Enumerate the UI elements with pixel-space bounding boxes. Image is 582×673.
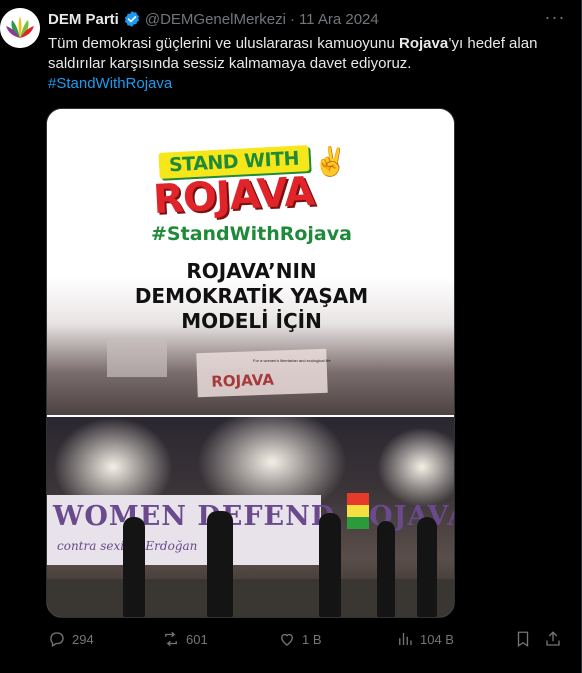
logo-main-text: ROJAVA	[151, 168, 316, 224]
protester	[207, 511, 233, 617]
tweet-header: DEM Parti @DEMGenelMerkezi · 11 Ara 2024	[48, 10, 379, 28]
author-name[interactable]: DEM Parti	[48, 11, 119, 28]
tweet-text-part1: Tüm demokrasi güçlerini ve uluslararası …	[48, 35, 399, 52]
tweet-image[interactable]: ROJAVA STAND WITH ✌ ROJAVA #StandWithRoj…	[46, 108, 455, 618]
reply-icon	[50, 632, 64, 647]
like-count: 1 B	[302, 631, 322, 647]
share-button[interactable]	[544, 630, 562, 648]
views-count: 104 B	[420, 631, 454, 647]
tweet-actions: 294 601 1 B 104 B	[48, 630, 568, 652]
repost-count: 601	[186, 631, 208, 647]
rojava-banner-text: ROJAVA	[210, 370, 275, 391]
like-icon	[281, 633, 293, 646]
separator-dot: ·	[289, 10, 295, 28]
protester	[123, 517, 145, 617]
reply-button[interactable]: 294	[48, 630, 94, 648]
protest-photo: WOMEN DEFEND ROJAVA contra sexism Erdoğa…	[47, 417, 454, 617]
avatar[interactable]	[0, 8, 40, 48]
image-heading-line3: MODELİ İÇİN	[181, 309, 322, 333]
repost-button[interactable]: 601	[162, 630, 208, 648]
protester	[417, 517, 437, 617]
more-icon[interactable]: ···	[544, 8, 566, 32]
tweet-date[interactable]: 11 Ara 2024	[299, 11, 379, 28]
dem-parti-logo	[0, 8, 40, 48]
women-defend-rojava-banner: WOMEN DEFEND ROJAVA contra sexism Erdoğa…	[47, 495, 454, 565]
tweet-text-bold: Rojava	[398, 35, 449, 52]
flare-smoke	[377, 427, 454, 507]
repost-icon	[165, 631, 177, 647]
verified-badge-icon[interactable]	[123, 10, 141, 28]
protester	[319, 513, 341, 617]
bookmark-button[interactable]	[514, 630, 532, 648]
bookmark-icon	[517, 631, 529, 648]
like-button[interactable]: 1 B	[278, 630, 322, 648]
image-heading: ROJAVA’NIN DEMOKRATİK YAŞAM MODELİ İÇİN	[47, 259, 454, 334]
image-hashtag: #StandWithRojava	[151, 223, 352, 245]
protester	[377, 521, 395, 617]
share-icon	[546, 631, 560, 646]
image-heading-line1: ROJAVA’NIN	[186, 259, 317, 283]
rojava-banner: ROJAVA	[196, 348, 328, 398]
stand-with-rojava-logo: STAND WITH ✌ ROJAVA	[152, 145, 349, 223]
tweet[interactable]: DEM Parti @DEMGenelMerkezi · 11 Ara 2024…	[0, 0, 582, 673]
tweet-text: Tüm demokrasi güçlerini ve uluslararası …	[48, 34, 558, 94]
kurdish-flag	[347, 493, 369, 529]
reply-count: 294	[72, 631, 94, 647]
tweet-hashtag-link[interactable]: #StandWithRojava	[48, 75, 172, 92]
image-heading-line2: DEMOKRATİK YAŞAM	[134, 284, 369, 308]
author-handle[interactable]: @DEMGenelMerkezi	[145, 11, 286, 28]
image-small-caption: For a women's libertarian and ecological…	[253, 358, 331, 363]
views-icon	[399, 633, 412, 645]
poster-panel: ROJAVA STAND WITH ✌ ROJAVA #StandWithRoj…	[47, 109, 454, 415]
background-banner	[107, 339, 167, 377]
views-button[interactable]: 104 B	[396, 630, 454, 648]
